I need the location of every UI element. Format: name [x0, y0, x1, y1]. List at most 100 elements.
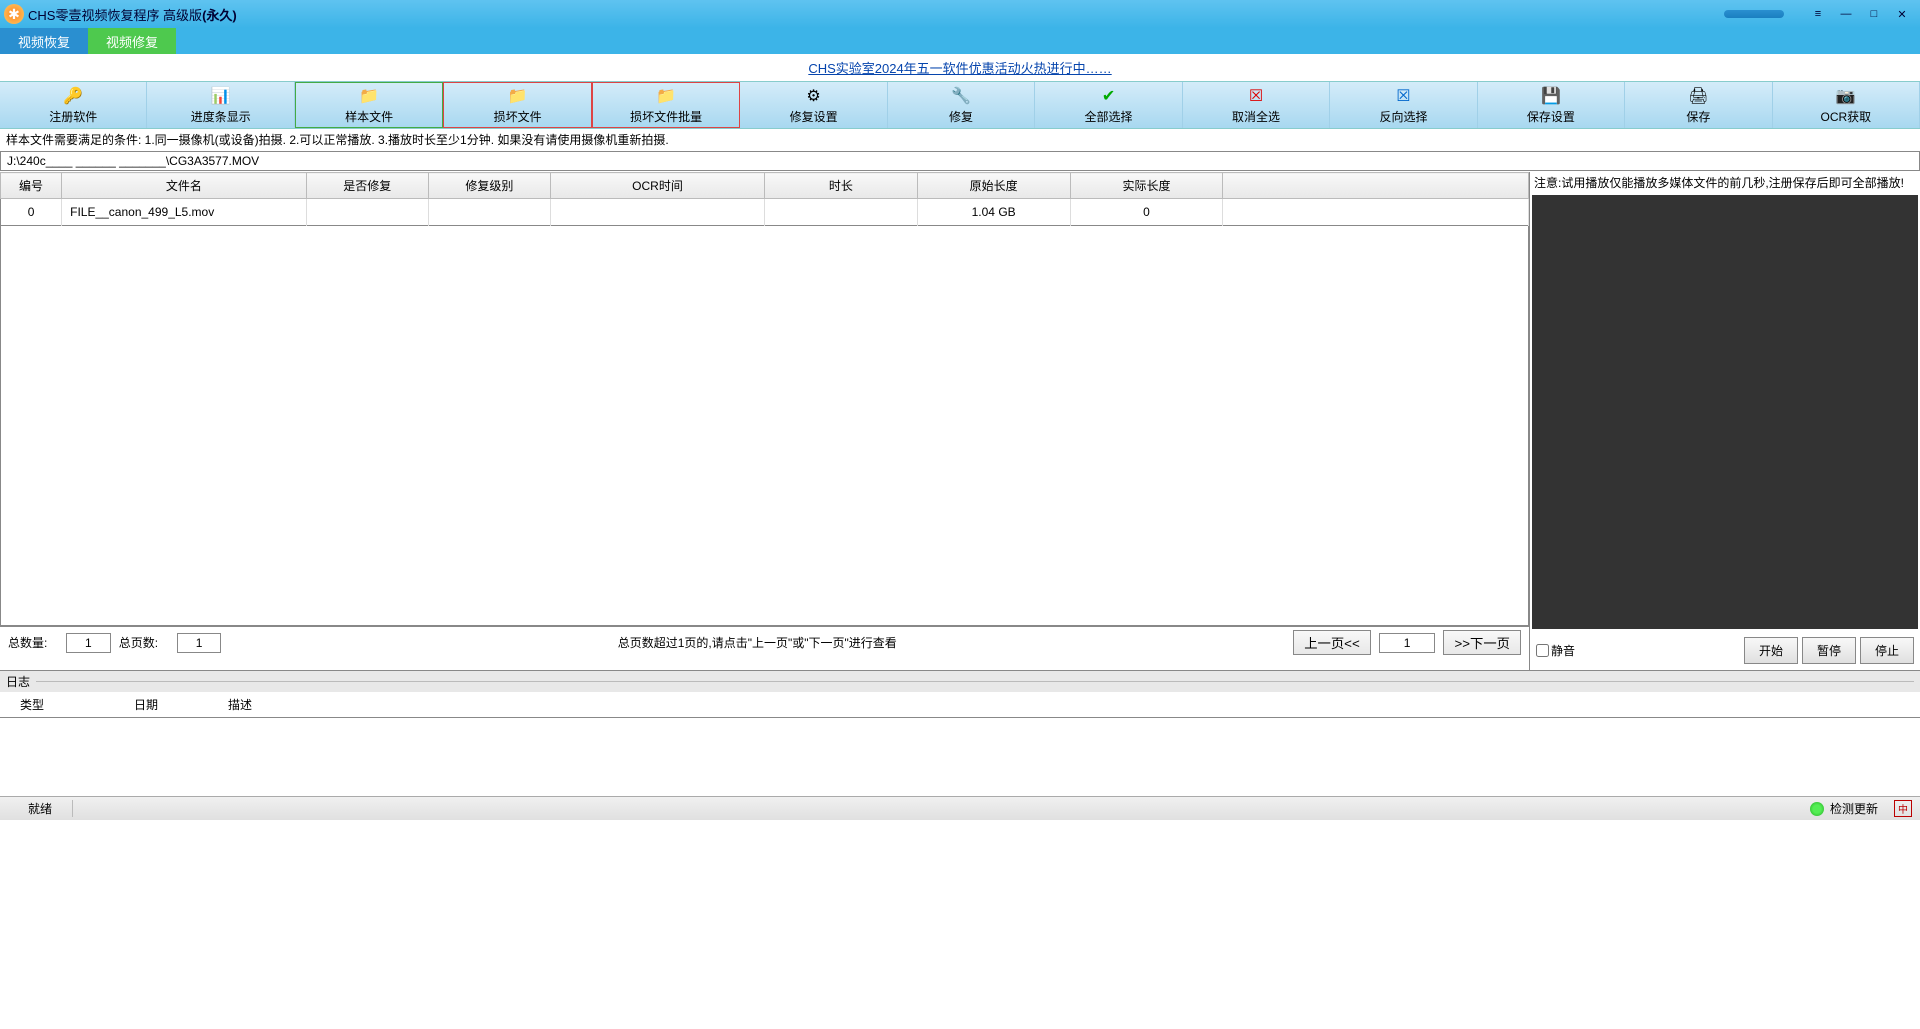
register-software[interactable]: 🔑注册软件: [0, 82, 147, 128]
invert-selection[interactable]: ☒ 反向选择: [1330, 82, 1477, 128]
table-empty-area: [0, 226, 1529, 626]
window-title: CHS零壹视频恢复程序 高级版(永久): [28, 5, 237, 24]
save-settings-icon: 💾: [1541, 86, 1561, 106]
corrupt-file-icon: 📁: [508, 86, 528, 106]
sample-file-icon: 📁: [359, 86, 379, 106]
repair-settings-icon: ⚙: [804, 86, 824, 106]
preview-hint: 注意:试用播放仅能播放多媒体文件的前几秒,注册保存后即可全部播放!: [1530, 172, 1920, 193]
corrupt-file-label: 损坏文件: [494, 108, 542, 125]
prev-page-button[interactable]: 上一页<<: [1293, 630, 1371, 655]
col-orig-len[interactable]: 原始长度: [917, 173, 1070, 199]
log-header: 日志: [0, 671, 1920, 692]
current-page: 1: [1379, 633, 1436, 653]
log-body: [0, 718, 1920, 796]
promo-row: CHS实验室2024年五一软件优惠活动火热进行中……: [0, 54, 1920, 81]
total-pages: 1: [177, 633, 222, 653]
log-col-date[interactable]: 日期: [114, 692, 178, 717]
title-bar: ✱ CHS零壹视频恢复程序 高级版(永久) ≡ — □ ✕: [0, 0, 1920, 28]
sample-file-label: 样本文件: [345, 108, 393, 125]
main-tabs: 视频恢复 视频修复: [0, 28, 1920, 54]
sample-file[interactable]: 📁 样本文件: [295, 82, 443, 128]
corrupt-file-batch-icon: 📁: [656, 86, 676, 106]
progressbar-show-icon: 📊: [211, 86, 231, 106]
corrupt-file-batch-label: 损坏文件批量: [630, 108, 702, 125]
mute-checkbox-input[interactable]: [1536, 644, 1549, 657]
cell-real: 0: [1070, 199, 1223, 226]
app-logo-icon: ✱: [4, 4, 24, 24]
cell-fn: FILE__canon_499_L5.mov: [62, 199, 306, 226]
file-table-pane: 编号 文件名 是否修复 修复级别 OCR时间 时长 原始长度 实际长度 0FIL…: [0, 172, 1530, 670]
ocr-extract-label: OCR获取: [1821, 108, 1872, 125]
maximize-button[interactable]: □: [1860, 4, 1888, 25]
repair[interactable]: 🔧 修复: [888, 82, 1035, 128]
corrupt-file-batch[interactable]: 📁 损坏文件批量: [592, 82, 740, 128]
log-col-type[interactable]: 类型: [0, 692, 64, 717]
save-label: 保存: [1686, 108, 1710, 125]
pause-button[interactable]: 暂停: [1802, 637, 1856, 664]
cell-level: [428, 199, 550, 226]
cell-dur: [764, 199, 917, 226]
register-software-label: 注册软件: [49, 108, 97, 125]
invert-selection-icon: ☒: [1393, 86, 1413, 106]
log-col-desc[interactable]: 描述: [208, 692, 272, 717]
cell-ocr: [551, 199, 765, 226]
ocr-extract-icon: 📷: [1836, 86, 1856, 106]
check-update[interactable]: 检测更新: [1830, 800, 1878, 817]
select-all[interactable]: ✔ 全部选择: [1035, 82, 1182, 128]
ocr-extract[interactable]: 📷 OCR获取: [1773, 82, 1920, 128]
repair-settings-label: 修复设置: [790, 108, 838, 125]
close-button[interactable]: ✕: [1888, 4, 1916, 25]
mute-checkbox[interactable]: 静音: [1536, 642, 1575, 659]
tab-video-repair[interactable]: 视频修复: [88, 28, 176, 54]
start-button[interactable]: 开始: [1744, 637, 1798, 664]
sample-info-text: 样本文件需要满足的条件: 1.同一摄像机(或设备)拍摄. 2.可以正常播放. 3…: [0, 129, 1920, 150]
total-pages-label: 总页数:: [119, 634, 169, 651]
titlebar-decor: [1724, 10, 1784, 18]
save[interactable]: 🖨 保存: [1625, 82, 1772, 128]
total-count: 1: [66, 633, 111, 653]
preview-controls: 静音 开始 暂停 停止: [1530, 631, 1920, 670]
toolbar: 🔑注册软件📊进度条显示 📁 样本文件 📁 损坏文件 📁 损坏文件批量 ⚙ 修复设置 🔧 修复 ✔ 全部选…: [0, 81, 1920, 129]
paging-bar: 总数量: 1 总页数: 1 总页数超过1页的,请点击"上一页"或"下一页"进行查…: [0, 626, 1529, 658]
promo-link[interactable]: CHS实验室2024年五一软件优惠活动火热进行中……: [808, 61, 1111, 76]
col-real-len[interactable]: 实际长度: [1070, 173, 1223, 199]
status-bar: 就绪 检测更新 中: [0, 796, 1920, 820]
minimize-button[interactable]: —: [1832, 4, 1860, 25]
table-row[interactable]: 0FILE__canon_499_L5.mov1.04 GB0: [1, 199, 1529, 226]
invert-selection-label: 反向选择: [1379, 108, 1427, 125]
status-ready: 就绪: [8, 800, 73, 817]
repair-settings[interactable]: ⚙ 修复设置: [740, 82, 887, 128]
ime-indicator[interactable]: 中: [1894, 800, 1912, 817]
menu-button[interactable]: ≡: [1804, 4, 1832, 25]
save-icon: 🖨: [1688, 86, 1708, 106]
stop-button[interactable]: 停止: [1860, 637, 1914, 664]
video-preview[interactable]: [1532, 195, 1918, 629]
col-filename[interactable]: 文件名: [62, 173, 306, 199]
select-all-label: 全部选择: [1085, 108, 1133, 125]
progressbar-show[interactable]: 📊进度条显示: [147, 82, 294, 128]
col-repaired[interactable]: 是否修复: [306, 173, 428, 199]
col-ocr[interactable]: OCR时间: [551, 173, 765, 199]
next-page-button[interactable]: >>下一页: [1443, 630, 1521, 655]
tab-video-recover[interactable]: 视频恢复: [0, 28, 88, 54]
cell-idx: 0: [1, 199, 62, 226]
repair-label: 修复: [949, 108, 973, 125]
col-duration[interactable]: 时长: [764, 173, 917, 199]
cell-repaired: [306, 199, 428, 226]
preview-pane: 注意:试用播放仅能播放多媒体文件的前几秒,注册保存后即可全部播放! 静音 开始 …: [1530, 172, 1920, 670]
deselect-all-label: 取消全选: [1232, 108, 1280, 125]
paging-hint: 总页数超过1页的,请点击"上一页"或"下一页"进行查看: [229, 634, 1285, 651]
corrupt-file[interactable]: 📁 损坏文件: [443, 82, 591, 128]
save-settings[interactable]: 💾 保存设置: [1478, 82, 1625, 128]
col-pad: [1223, 173, 1529, 199]
log-columns: 类型 日期 描述: [0, 692, 1920, 718]
save-settings-label: 保存设置: [1527, 108, 1575, 125]
file-path[interactable]: J:\240c____ ______ _______\CG3A3577.MOV: [0, 151, 1920, 171]
repair-icon: 🔧: [951, 86, 971, 106]
update-icon: [1810, 802, 1824, 816]
log-section: 日志 类型 日期 描述: [0, 670, 1920, 796]
col-index[interactable]: 编号: [1, 173, 62, 199]
col-level[interactable]: 修复级别: [428, 173, 550, 199]
select-all-icon: ✔: [1099, 86, 1119, 106]
deselect-all[interactable]: ☒取消全选: [1183, 82, 1330, 128]
